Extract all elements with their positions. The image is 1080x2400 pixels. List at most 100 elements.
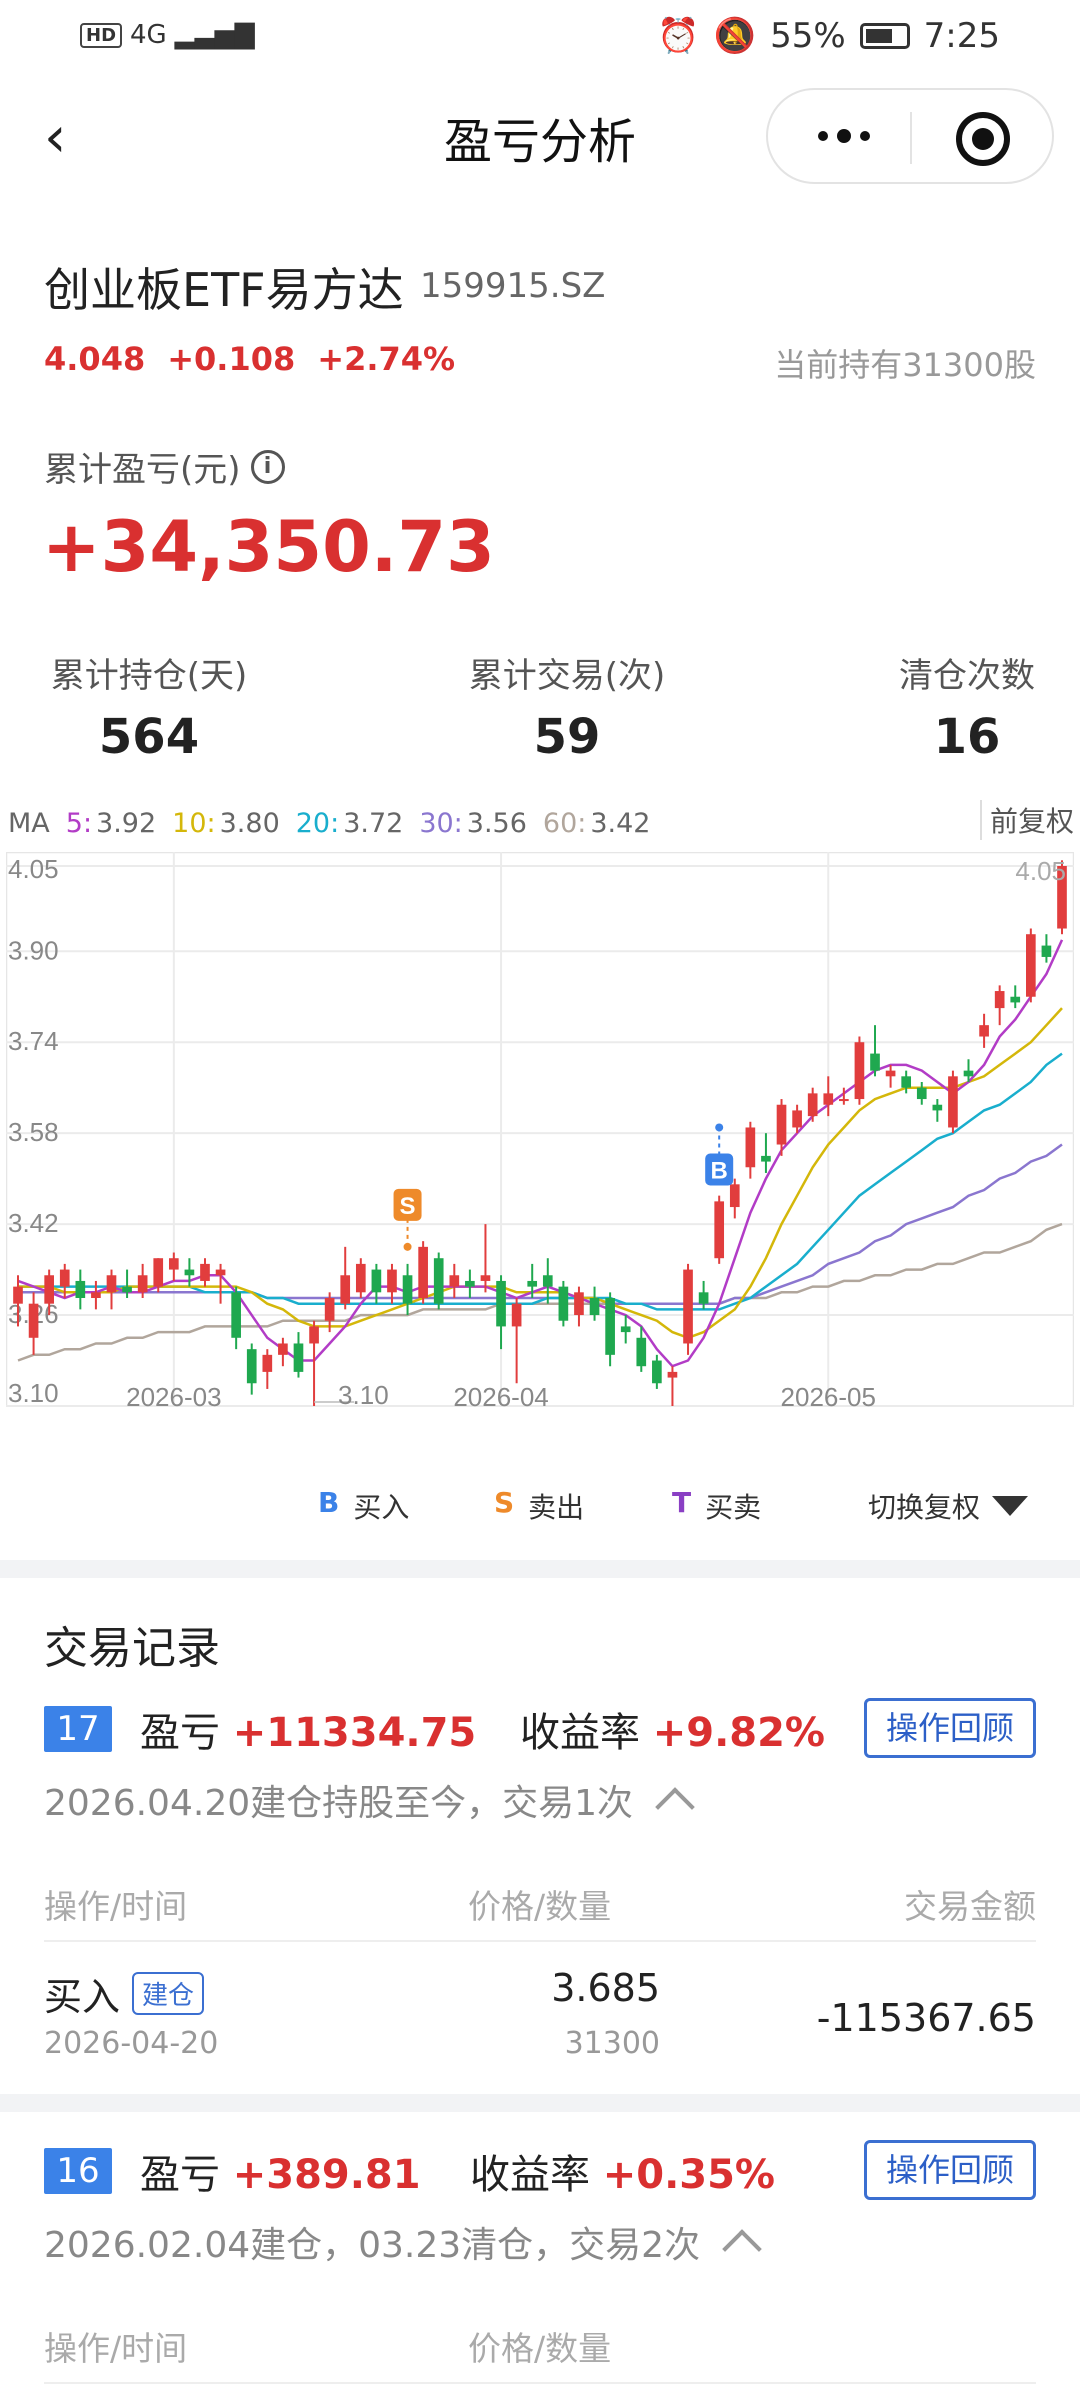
chevron-up-icon[interactable] (655, 1787, 695, 1827)
candle-body (355, 1263, 366, 1293)
candle-body (932, 1104, 943, 1111)
candle-body (122, 1286, 132, 1293)
candle-body (636, 1337, 647, 1367)
min-price-label: 3.10 (338, 1380, 389, 1410)
candle-body (683, 1269, 693, 1344)
candle-body (309, 1326, 319, 1344)
battery-icon (859, 23, 910, 49)
review-button[interactable]: 操作回顾 (864, 2140, 1036, 2200)
candle-body (324, 1298, 335, 1321)
record-header: 17 盈亏 +11334.75 收益率 +9.82% 操作回顾 (44, 1698, 1036, 1770)
candle-body (153, 1258, 164, 1287)
candle-body (75, 1280, 86, 1298)
candle-body (371, 1269, 382, 1293)
candle-body (667, 1371, 678, 1378)
candle-body (994, 991, 1005, 1009)
ma-legend: MA 5: 3.92 10: 3.80 20: 3.72 30: 3.56 60: 3.4… (8, 808, 650, 839)
stat-value: 59 (533, 709, 601, 765)
signal-icon: ▂▃▅▇ (174, 20, 255, 50)
record-summary[interactable]: 2026.02.04建仓，03.23清仓，交易2次 (44, 2216, 762, 2269)
status-left: HD 4G ▂▃▅▇ (80, 20, 255, 50)
y-tick-label: 3.90 (8, 935, 59, 965)
legend-buy: B 买入 (318, 1486, 409, 1526)
holding-shares: 当前持有31300股 (774, 346, 1036, 384)
trade-legend: B 买入 S 卖出 T 买卖 切换复权 (0, 1486, 1080, 1530)
legend-buysell: T 买卖 (672, 1486, 761, 1526)
stock-change: +0.108 (167, 340, 296, 378)
ma-item-60: 60: 3.42 (543, 808, 651, 839)
x-tick-label: 2026-03 (126, 1382, 221, 1412)
review-button[interactable]: 操作回顾 (864, 1698, 1036, 1758)
chevron-up-icon[interactable] (722, 2229, 762, 2269)
kline-chart[interactable]: 4.053.903.743.583.423.263.102026-032026-… (6, 852, 1074, 1412)
status-bar: HD 4G ▂▃▅▇ ⏰ 🔕 55% 7:25 (0, 0, 1080, 72)
adjust-tag[interactable]: 前复权 (979, 800, 1074, 840)
record-pl-value: +11334.75 (232, 1710, 477, 1756)
info-icon[interactable]: i (250, 449, 285, 484)
kline-chart-svg[interactable]: 4.053.903.743.583.423.263.102026-032026-… (6, 852, 1074, 1412)
candle-body (620, 1326, 631, 1333)
trade-price: 3.685 (551, 1966, 660, 2010)
legend-text: 买卖 (705, 1491, 762, 1524)
candle-body (916, 1087, 927, 1100)
candle-body (137, 1275, 148, 1293)
ma-value: 3.92 (96, 808, 157, 839)
mini-program-capsule (766, 88, 1054, 184)
stat-label: 清仓次数 (899, 656, 1035, 696)
header-op-time: 操作/时间 (44, 2329, 188, 2368)
record-summary[interactable]: 2026.04.20建仓持股至今，交易1次 (44, 1774, 695, 1827)
nav-bar: ‹ 盈亏分析 (0, 72, 1080, 202)
candle-body (387, 1269, 397, 1293)
candle-body (698, 1292, 709, 1304)
stock-name: 创业板ETF易方达 (44, 263, 404, 317)
candle-body (574, 1292, 584, 1316)
candle-body (729, 1184, 740, 1208)
candle-body (761, 1155, 771, 1162)
candle-body (1026, 934, 1036, 997)
section-divider (0, 1560, 1080, 1578)
stats-row: 累计持仓(天) 564 累计交易(次) 59 清仓次数 16 (0, 648, 1080, 768)
candle-body (200, 1263, 210, 1281)
record-pl: 盈亏 +11334.75 (140, 1700, 476, 1758)
ma-key: 5: (65, 808, 93, 839)
switch-adjust-button[interactable]: 切换复权 (868, 1486, 1028, 1526)
ma-item-30: 30: 3.56 (419, 808, 527, 839)
candle-body (168, 1258, 179, 1270)
cumulative-pl-value: +34,350.73 (42, 506, 495, 588)
ma-key: 20: (295, 808, 340, 839)
table-divider (44, 1940, 1036, 1942)
candle-body (278, 1343, 288, 1355)
max-price-label: 4.05 (1015, 856, 1066, 886)
chart-border (6, 852, 1074, 1407)
trade-marker-dot (715, 1123, 724, 1132)
capsule-divider (910, 112, 912, 164)
trade-tag: 建仓 (132, 1972, 205, 2015)
ma-value: 3.80 (219, 808, 280, 839)
x-tick-label: 2026-04 (453, 1382, 548, 1412)
stat-label: 累计持仓(天) (50, 656, 248, 696)
ma-value: 3.72 (343, 808, 404, 839)
switch-adjust-label: 切换复权 (867, 1491, 980, 1524)
stat-trade-count: 累计交易(次) 59 (462, 648, 672, 765)
header-price-qty: 价格/数量 (468, 2329, 612, 2368)
candle-body (293, 1343, 304, 1372)
candle-body (823, 1093, 834, 1105)
ma-item-5: 5: 3.92 (66, 808, 156, 839)
candle-body (558, 1286, 569, 1321)
records-title: 交易记录 (44, 1623, 220, 1674)
record-number-badge: 16 (44, 2148, 112, 2194)
more-dots-icon[interactable] (804, 116, 884, 156)
candle-body (215, 1269, 226, 1276)
record-rate-label: 收益率 (520, 1710, 640, 1756)
candle-body (792, 1110, 802, 1128)
target-circle-icon[interactable] (956, 112, 1010, 166)
record-summary-text: 2026.04.20建仓持股至今，交易1次 (44, 1783, 634, 1824)
candle-body (59, 1269, 70, 1287)
mute-icon: 🔕 (713, 16, 757, 56)
stat-value: 16 (933, 709, 1001, 765)
record-summary-text: 2026.02.04建仓，03.23清仓，交易2次 (44, 2225, 701, 2266)
record-pl: 盈亏 +389.81 (140, 2142, 421, 2200)
stock-change-pct: +2.74% (317, 340, 456, 378)
candle-body (948, 1076, 958, 1128)
candle-body (28, 1303, 39, 1338)
